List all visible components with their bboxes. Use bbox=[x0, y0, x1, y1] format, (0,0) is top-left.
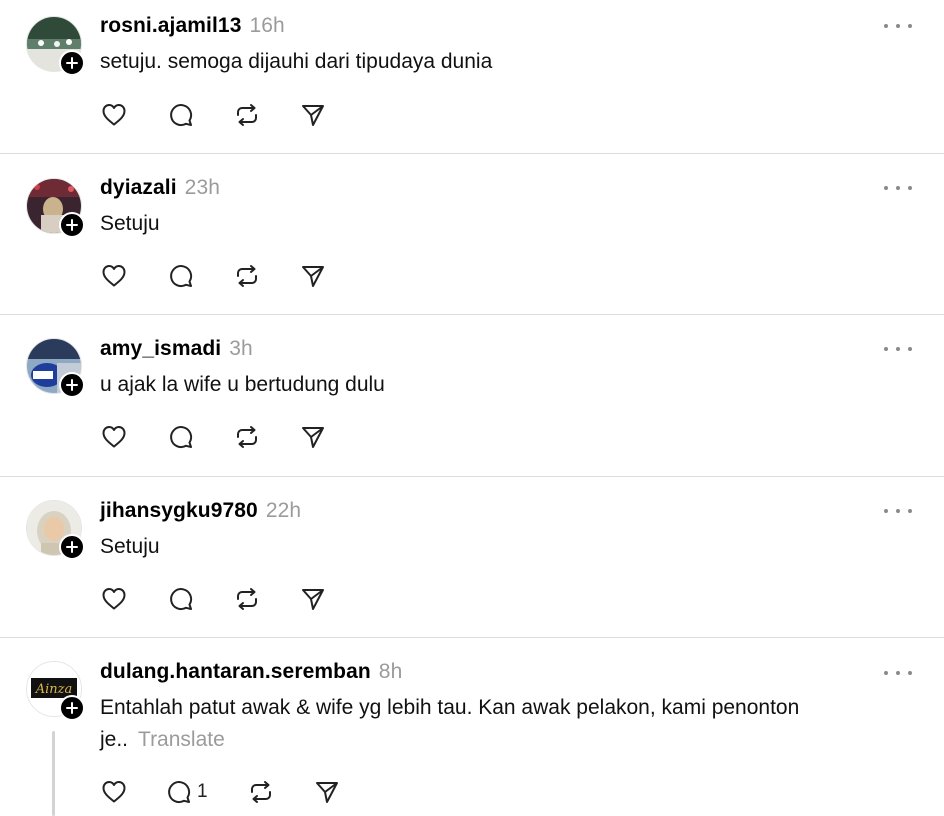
plus-icon bbox=[66, 541, 78, 553]
like-button[interactable] bbox=[100, 262, 128, 290]
send-icon bbox=[316, 782, 338, 803]
avatar-dulang[interactable]: Ainza bbox=[26, 661, 85, 721]
comment-icon bbox=[170, 104, 193, 127]
more-options-button[interactable] bbox=[884, 666, 912, 680]
avatar-amy[interactable] bbox=[26, 338, 85, 398]
more-horizontal-icon bbox=[884, 509, 888, 513]
follow-button[interactable] bbox=[59, 50, 85, 76]
send-icon bbox=[302, 105, 324, 126]
repost-icon bbox=[237, 104, 257, 126]
follow-button[interactable] bbox=[59, 695, 85, 721]
follow-button[interactable] bbox=[59, 212, 85, 238]
more-horizontal-icon bbox=[884, 347, 888, 351]
more-horizontal-icon bbox=[884, 671, 888, 675]
more-options-button[interactable] bbox=[884, 19, 912, 33]
plus-icon bbox=[66, 702, 78, 714]
more-options-button[interactable] bbox=[884, 342, 912, 356]
more-horizontal-icon bbox=[884, 186, 888, 190]
heart-icon bbox=[102, 426, 126, 448]
username[interactable]: jihansygku9780 22h bbox=[100, 499, 301, 523]
repost-icon bbox=[237, 588, 257, 610]
translate-link[interactable]: Translate bbox=[138, 728, 225, 751]
like-button[interactable] bbox=[100, 778, 128, 806]
follow-button[interactable] bbox=[59, 534, 85, 560]
repost-icon bbox=[251, 781, 271, 803]
post-text: Setuju bbox=[100, 535, 160, 558]
follow-button[interactable] bbox=[59, 372, 85, 398]
send-icon bbox=[302, 427, 324, 448]
post-text: Setuju bbox=[100, 212, 160, 235]
like-button[interactable] bbox=[100, 101, 128, 129]
post-5: Ainza dulang.hantaran.seremban 8h Entahla… bbox=[0, 638, 944, 816]
username[interactable]: dulang.hantaran.seremban 8h bbox=[100, 660, 402, 684]
repost-button[interactable] bbox=[247, 778, 275, 806]
send-icon bbox=[302, 266, 324, 287]
plus-icon bbox=[66, 219, 78, 231]
like-button[interactable] bbox=[100, 585, 128, 613]
comment-icon bbox=[170, 426, 193, 449]
timestamp: 22h bbox=[265, 499, 302, 522]
timestamp: 3h bbox=[229, 337, 253, 360]
repost-button[interactable] bbox=[233, 585, 261, 613]
avatar-rosni[interactable] bbox=[26, 16, 85, 76]
avatar-dyiazali[interactable] bbox=[26, 178, 85, 238]
plus-icon bbox=[66, 379, 78, 391]
repost-icon bbox=[237, 265, 257, 287]
avatar-jihan[interactable] bbox=[26, 500, 85, 560]
heart-icon bbox=[102, 588, 126, 610]
username-text[interactable]: jihansygku9780 bbox=[100, 499, 258, 522]
reply-count: 1 bbox=[197, 781, 208, 802]
more-horizontal-icon bbox=[884, 24, 888, 28]
avatar-logo-text: Ainza bbox=[35, 682, 73, 697]
username[interactable]: dyiazali 23h bbox=[100, 176, 220, 200]
post-3: amy_ismadi 3h u ajak la wife u bertudung … bbox=[0, 315, 944, 475]
post-text-line-2: je.. Translate bbox=[100, 724, 890, 756]
heart-icon bbox=[102, 265, 126, 287]
post-4: jihansygku9780 22h Setuju bbox=[0, 477, 944, 637]
reply-button[interactable] bbox=[167, 101, 195, 129]
comment-icon bbox=[170, 588, 193, 611]
reply-button[interactable] bbox=[167, 262, 195, 290]
comment-icon bbox=[170, 265, 193, 288]
share-button[interactable] bbox=[299, 423, 327, 451]
share-button[interactable] bbox=[313, 778, 341, 806]
share-button[interactable] bbox=[299, 101, 327, 129]
comment-icon bbox=[168, 781, 191, 804]
reply-button[interactable] bbox=[167, 423, 195, 451]
post-text: setuju. semoga dijauhi dari tipudaya dun… bbox=[100, 50, 493, 73]
repost-icon bbox=[237, 426, 257, 448]
timestamp: 16h bbox=[249, 14, 285, 37]
more-options-button[interactable] bbox=[884, 504, 912, 518]
repost-button[interactable] bbox=[233, 262, 261, 290]
repost-button[interactable] bbox=[233, 423, 261, 451]
post-text: u ajak la wife u bertudung dulu bbox=[100, 373, 385, 396]
more-options-button[interactable] bbox=[884, 181, 912, 195]
plus-icon bbox=[66, 57, 78, 69]
share-button[interactable] bbox=[299, 262, 327, 290]
timestamp: 23h bbox=[184, 176, 221, 199]
timestamp: 8h bbox=[378, 660, 403, 683]
username[interactable]: amy_ismadi 3h bbox=[100, 337, 253, 361]
username-text[interactable]: dyiazali bbox=[100, 176, 177, 199]
username[interactable]: rosni.ajamil13 16h bbox=[100, 14, 285, 38]
post-2: dyiazali 23h Setuju bbox=[0, 154, 944, 314]
post-text: Entahlah patut awak & wife yg lebih tau.… bbox=[100, 692, 890, 756]
post-text-line-1: Entahlah patut awak & wife yg lebih tau.… bbox=[100, 696, 800, 719]
like-button[interactable] bbox=[100, 423, 128, 451]
share-button[interactable] bbox=[299, 585, 327, 613]
repost-button[interactable] bbox=[233, 101, 261, 129]
username-text[interactable]: amy_ismadi bbox=[100, 337, 221, 360]
username-text[interactable]: rosni.ajamil13 bbox=[100, 14, 241, 37]
post-1: rosni.ajamil13 16h setuju. semoga dijauhi… bbox=[0, 0, 944, 153]
post-text-line-2-text: je.. bbox=[100, 728, 129, 751]
thread-line bbox=[52, 731, 55, 816]
heart-icon bbox=[102, 781, 126, 803]
username-text[interactable]: dulang.hantaran.seremban bbox=[100, 660, 371, 683]
send-icon bbox=[302, 589, 324, 610]
reply-button[interactable]: 1 bbox=[165, 778, 208, 806]
reply-button[interactable] bbox=[167, 585, 195, 613]
heart-icon bbox=[102, 104, 126, 126]
